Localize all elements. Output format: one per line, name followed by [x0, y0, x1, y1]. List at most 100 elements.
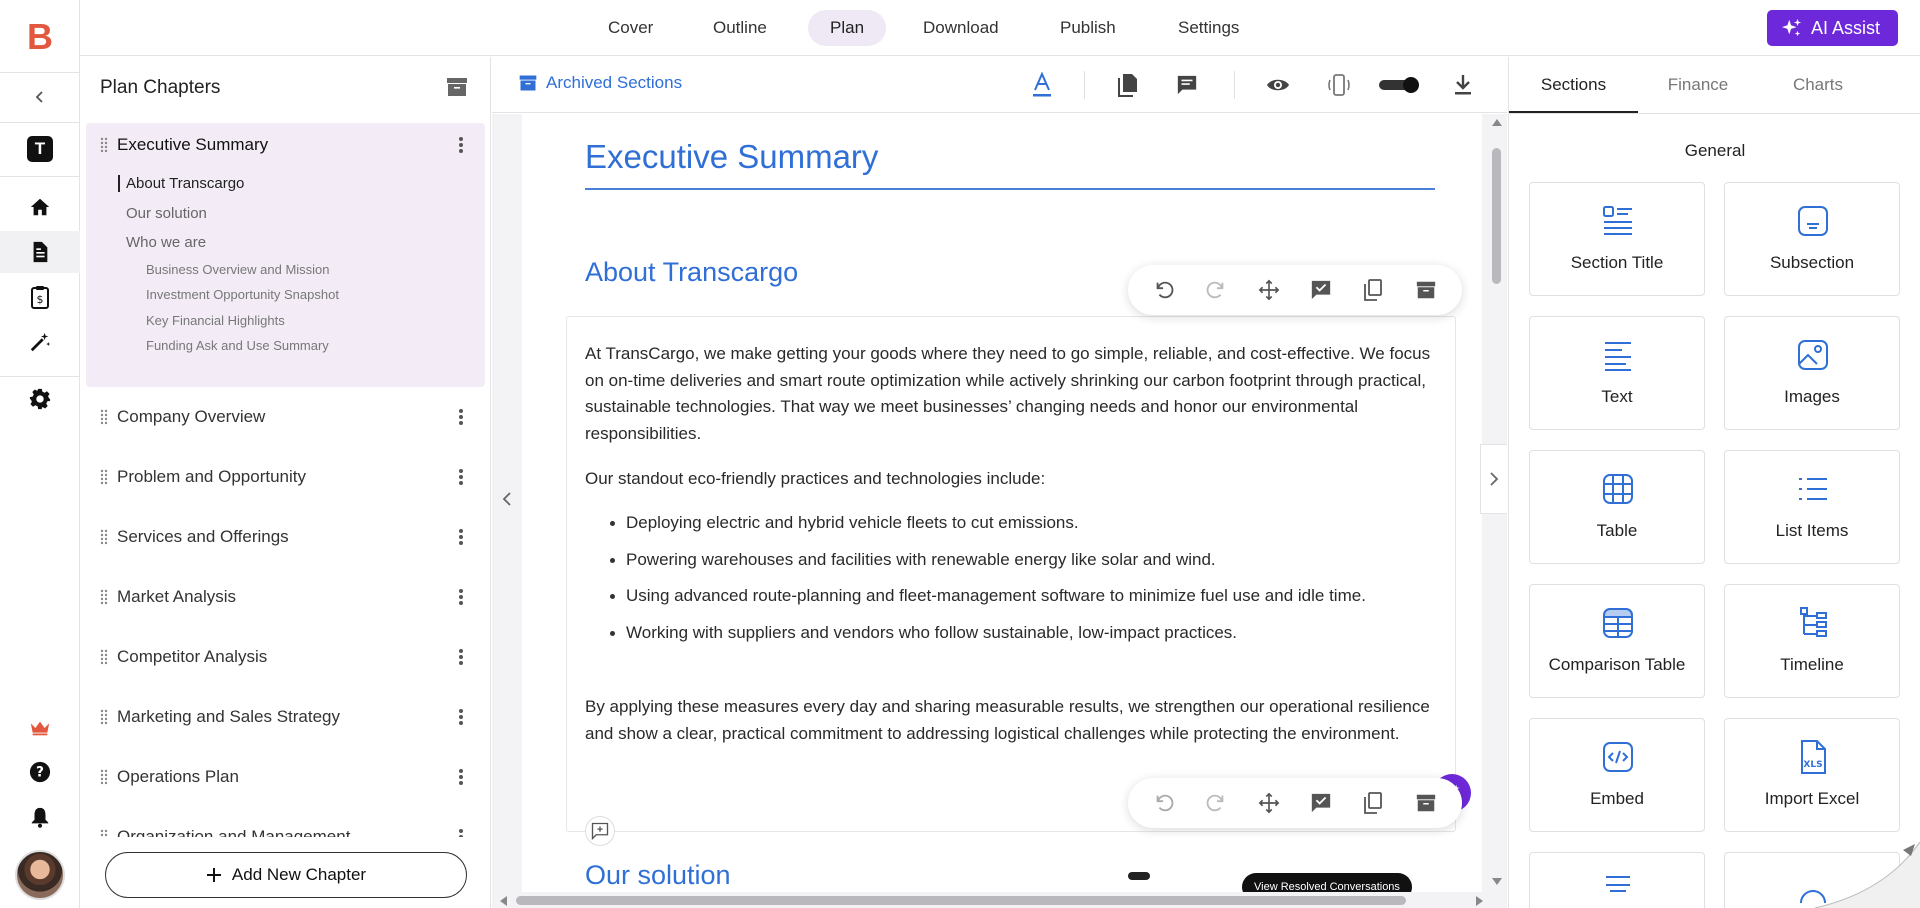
- document-title[interactable]: Executive Summary: [585, 138, 878, 176]
- horizontal-scrollbar[interactable]: [492, 892, 1507, 908]
- move-button[interactable]: [1254, 275, 1284, 305]
- bullet-list[interactable]: Deploying electric and hybrid vehicle fl…: [610, 510, 1422, 656]
- add-comment-button[interactable]: [585, 816, 615, 846]
- tab-cover[interactable]: Cover: [586, 10, 675, 46]
- document-button[interactable]: [0, 231, 80, 273]
- drag-handle-icon[interactable]: [100, 529, 108, 545]
- chapter-label: Operations Plan: [117, 767, 239, 786]
- more-vertical-icon[interactable]: [451, 647, 471, 667]
- preview-button[interactable]: [1264, 71, 1292, 99]
- chapter-item[interactable]: Problem and Opportunity: [86, 455, 485, 499]
- tab-plan[interactable]: Plan: [808, 10, 887, 46]
- drag-handle-icon[interactable]: [100, 709, 108, 725]
- import-excel-card[interactable]: XLS Import Excel: [1724, 718, 1900, 832]
- scrollbar-thumb[interactable]: [516, 896, 1406, 905]
- chapter-item[interactable]: Marketing and Sales Strategy: [86, 695, 485, 739]
- collapse-rail-button[interactable]: [0, 72, 80, 122]
- card-label: List Items: [1775, 521, 1849, 540]
- chapter-label: Problem and Opportunity: [117, 467, 306, 486]
- help-button[interactable]: ?: [0, 751, 80, 793]
- scrollbar-thumb[interactable]: [1492, 148, 1501, 284]
- divider-card[interactable]: [1529, 852, 1705, 908]
- chapter-item[interactable]: Organization and Management: [86, 815, 485, 837]
- drag-handle-icon[interactable]: [100, 589, 108, 605]
- paragraph[interactable]: By applying these measures every day and…: [585, 694, 1435, 747]
- section-heading[interactable]: Our solution: [585, 860, 731, 891]
- tab-download[interactable]: Download: [901, 10, 1021, 46]
- approve-button[interactable]: [1306, 275, 1336, 305]
- move-button[interactable]: [1254, 788, 1284, 818]
- notifications-button[interactable]: [0, 796, 80, 838]
- more-vertical-icon[interactable]: [451, 467, 471, 487]
- undo-button[interactable]: [1149, 275, 1179, 305]
- more-vertical-icon[interactable]: [451, 527, 471, 547]
- app-logo[interactable]: B: [0, 14, 80, 60]
- more-vertical-icon[interactable]: [451, 827, 471, 837]
- more-vertical-icon[interactable]: [451, 767, 471, 787]
- chapter-item[interactable]: Competitor Analysis: [86, 635, 485, 679]
- redo-button[interactable]: [1201, 275, 1231, 305]
- text-style-button[interactable]: [1028, 71, 1056, 99]
- table-card[interactable]: Table: [1529, 450, 1705, 564]
- finance-button[interactable]: $: [0, 276, 80, 318]
- drag-handle-icon[interactable]: [100, 649, 108, 665]
- pages-button[interactable]: [1114, 71, 1142, 99]
- duplicate-button[interactable]: [1358, 788, 1388, 818]
- chapter-item[interactable]: Company Overview: [86, 395, 485, 439]
- text-icon: [1605, 342, 1631, 371]
- text-card[interactable]: Text: [1529, 316, 1705, 430]
- subsection-card[interactable]: Subsection: [1724, 182, 1900, 296]
- more-vertical-icon[interactable]: [451, 587, 471, 607]
- paragraph[interactable]: At TransCargo, we make getting your good…: [585, 341, 1435, 447]
- drag-handle-icon[interactable]: [100, 769, 108, 785]
- more-vertical-icon[interactable]: [451, 407, 471, 427]
- add-new-chapter-button[interactable]: Add New Chapter: [105, 852, 467, 898]
- device-preview-button[interactable]: [1325, 71, 1353, 99]
- drag-handle-icon[interactable]: [100, 829, 108, 837]
- comparison-table-card[interactable]: Comparison Table: [1529, 584, 1705, 698]
- undo-button[interactable]: [1149, 788, 1179, 818]
- tab-finance[interactable]: Finance: [1638, 57, 1758, 113]
- archive-section-button[interactable]: [1411, 788, 1441, 818]
- approve-button[interactable]: [1306, 788, 1336, 818]
- ai-assist-label: AI Assist: [1810, 17, 1880, 38]
- user-avatar[interactable]: [15, 850, 65, 900]
- copy-pages-icon: [1118, 74, 1137, 97]
- images-card[interactable]: Images: [1724, 316, 1900, 430]
- tab-charts[interactable]: Charts: [1758, 57, 1878, 113]
- collapse-chapters-button[interactable]: [492, 464, 522, 534]
- more-vertical-icon[interactable]: [451, 707, 471, 727]
- card-label: Images: [1784, 387, 1840, 406]
- chevron-right-icon: [1490, 472, 1499, 486]
- tab-settings[interactable]: Settings: [1156, 10, 1261, 46]
- upgrade-button[interactable]: [0, 707, 80, 749]
- section-title-card[interactable]: Section Title: [1529, 182, 1705, 296]
- ai-assist-button[interactable]: AI Assist: [1766, 10, 1898, 46]
- toggle-switch[interactable]: [1379, 77, 1421, 93]
- tab-sections[interactable]: Sections: [1509, 57, 1638, 113]
- home-icon: [30, 198, 50, 216]
- archive-section-button[interactable]: [1411, 275, 1441, 305]
- download-button[interactable]: [1449, 71, 1477, 99]
- home-button[interactable]: [0, 186, 80, 228]
- comments-button[interactable]: [1173, 71, 1201, 99]
- duplicate-button[interactable]: [1358, 275, 1388, 305]
- settings-button[interactable]: [0, 378, 80, 420]
- archived-sections-link[interactable]: Archived Sections: [518, 73, 682, 93]
- timeline-card[interactable]: Timeline: [1724, 584, 1900, 698]
- drag-handle-icon[interactable]: [100, 409, 108, 425]
- tab-publish[interactable]: Publish: [1038, 10, 1138, 46]
- tab-outline[interactable]: Outline: [691, 10, 789, 46]
- section-heading[interactable]: About Transcargo: [585, 257, 798, 288]
- magic-wand-button[interactable]: [0, 321, 80, 363]
- chapter-item[interactable]: Operations Plan: [86, 755, 485, 799]
- chapter-item[interactable]: Market Analysis: [86, 575, 485, 619]
- drag-handle-icon[interactable]: [100, 469, 108, 485]
- redo-button[interactable]: [1201, 788, 1231, 818]
- embed-card[interactable]: Embed: [1529, 718, 1705, 832]
- collapse-right-panel-button[interactable]: [1480, 444, 1507, 514]
- chapter-item[interactable]: Services and Offerings: [86, 515, 485, 559]
- workspace-button[interactable]: T: [0, 128, 80, 170]
- paragraph[interactable]: Our standout eco-friendly practices and …: [585, 466, 1435, 493]
- list-items-card[interactable]: List Items: [1724, 450, 1900, 564]
